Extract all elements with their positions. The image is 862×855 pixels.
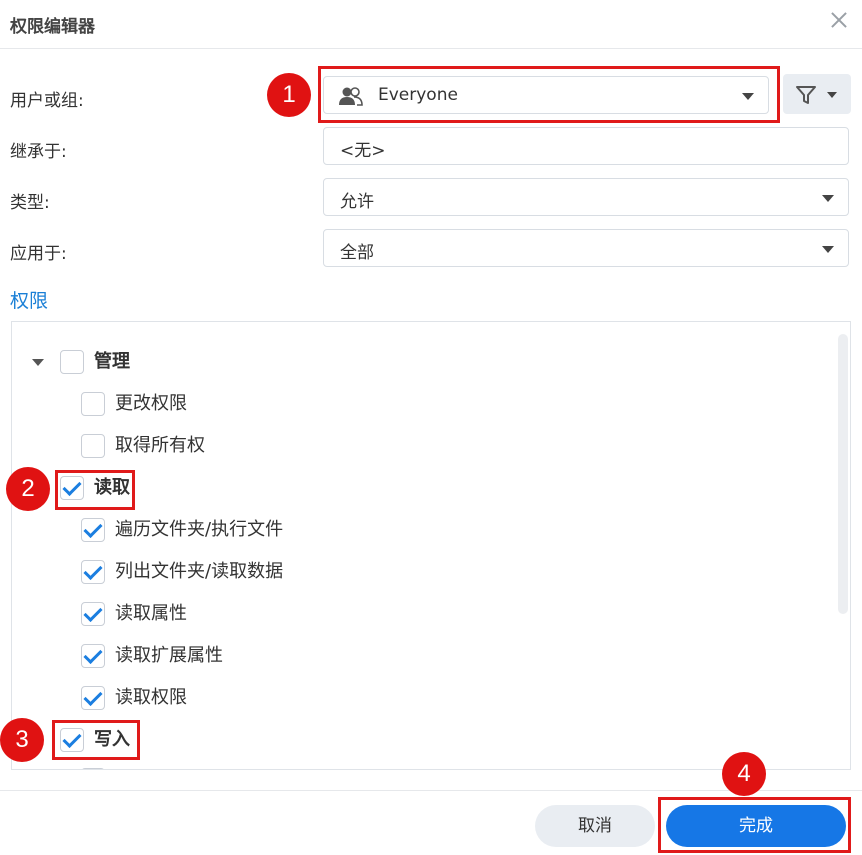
checkbox[interactable] — [81, 602, 105, 626]
filter-icon — [796, 86, 816, 104]
step-badge-1: 1 — [267, 73, 311, 117]
checkbox[interactable] — [60, 350, 84, 374]
filter-button[interactable] — [783, 74, 851, 114]
type-value: 允许 — [340, 192, 374, 212]
step-badge-3: 3 — [0, 718, 44, 762]
close-icon[interactable] — [826, 8, 852, 34]
permission-label: 取得所有权 — [115, 435, 205, 456]
checkbox[interactable] — [81, 560, 105, 584]
dialog-title: 权限编辑器 — [10, 17, 95, 37]
checkbox[interactable] — [81, 392, 105, 416]
highlight-box-done — [658, 797, 851, 853]
inherit-field: <无> — [323, 127, 849, 165]
caret-down-icon — [32, 359, 44, 366]
scrollbar[interactable] — [838, 334, 848, 614]
chevron-down-icon — [827, 92, 837, 98]
step-badge-2: 2 — [6, 467, 50, 511]
permissions-tree: 管理 更改权限 取得所有权 读取 遍历文件夹/执行文件 列出文件夹/读取数据 读… — [11, 321, 851, 770]
checkbox[interactable] — [81, 434, 105, 458]
checkbox[interactable] — [81, 768, 105, 769]
permission-label: 读取扩展属性 — [115, 645, 223, 666]
type-label: 类型: — [10, 193, 50, 213]
highlight-box-user-group — [318, 66, 780, 123]
highlight-box-read — [55, 470, 135, 510]
inherit-value: <无> — [340, 141, 386, 161]
inherit-label: 继承于: — [10, 142, 67, 162]
permission-label: 读取权限 — [115, 687, 187, 708]
checkbox[interactable] — [81, 518, 105, 542]
apply-value: 全部 — [340, 243, 374, 263]
checkbox[interactable] — [81, 644, 105, 668]
dialog-titlebar — [0, 0, 862, 49]
permission-label: 遍历文件夹/执行文件 — [115, 519, 284, 540]
permission-label: 列出文件夹/读取数据 — [115, 561, 284, 582]
chevron-down-icon — [822, 195, 834, 202]
chevron-down-icon — [822, 246, 834, 253]
apply-select[interactable]: 全部 — [323, 229, 849, 267]
cancel-button[interactable]: 取消 — [535, 805, 655, 847]
user-group-label: 用户或组: — [10, 91, 84, 111]
permission-label: 更改权限 — [115, 393, 187, 414]
type-select[interactable]: 允许 — [323, 178, 849, 216]
apply-label: 应用于: — [10, 244, 67, 264]
step-badge-4: 4 — [722, 752, 766, 796]
permission-label: 读取属性 — [115, 603, 187, 624]
checkbox[interactable] — [81, 686, 105, 710]
highlight-box-write — [52, 720, 140, 760]
permission-label: 管理 — [94, 351, 130, 372]
permissions-title: 权限 — [10, 290, 49, 312]
